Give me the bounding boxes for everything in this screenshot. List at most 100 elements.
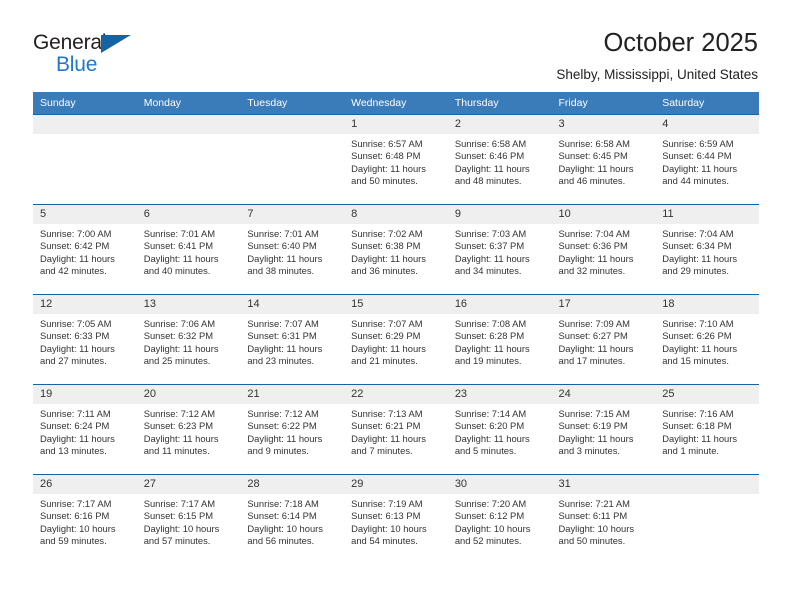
day-cell[interactable]: 13 Sunrise: 7:06 AM Sunset: 6:32 PM Dayl… — [136, 294, 241, 385]
week-row: 5 Sunrise: 7:00 AM Sunset: 6:42 PM Dayli… — [33, 204, 759, 295]
day-number: 2 — [447, 115, 552, 134]
day-cell[interactable]: 8 Sunrise: 7:02 AM Sunset: 6:38 PM Dayli… — [344, 204, 448, 295]
day-cell[interactable]: 31 Sunrise: 7:21 AM Sunset: 6:11 PM Dayl… — [551, 474, 656, 565]
daylight-text-line1: Daylight: 11 hours — [351, 342, 426, 354]
daylight-text-line1: Daylight: 11 hours — [247, 252, 323, 264]
daylight-text-line2: and 38 minutes. — [247, 264, 315, 276]
calendar-body: 1 Sunrise: 6:57 AM Sunset: 6:48 PM Dayli… — [33, 114, 759, 565]
day-cell[interactable]: 29 Sunrise: 7:19 AM Sunset: 6:13 PM Dayl… — [344, 474, 448, 565]
day-cell[interactable]: 17 Sunrise: 7:09 AM Sunset: 6:27 PM Dayl… — [551, 294, 656, 385]
day-cell[interactable] — [136, 114, 241, 205]
sunset-text: Sunset: 6:44 PM — [662, 150, 732, 162]
day-cell[interactable]: 6 Sunrise: 7:01 AM Sunset: 6:41 PM Dayli… — [136, 204, 241, 295]
day-cell[interactable] — [655, 474, 759, 565]
daylight-text-line1: Daylight: 11 hours — [40, 342, 115, 354]
day-details: Sunrise: 7:15 AM Sunset: 6:19 PM Dayligh… — [552, 404, 656, 457]
daylight-text-line2: and 32 minutes. — [558, 264, 626, 276]
day-number: 6 — [136, 205, 241, 224]
page-subtitle: Shelby, Mississippi, United States — [556, 67, 758, 82]
sunset-text: Sunset: 6:38 PM — [351, 240, 421, 252]
sunset-text: Sunset: 6:32 PM — [143, 330, 214, 342]
sunset-text: Sunset: 6:26 PM — [662, 330, 732, 342]
day-cell[interactable]: 15 Sunrise: 7:07 AM Sunset: 6:29 PM Dayl… — [344, 294, 448, 385]
weekday-header-monday: Monday — [136, 92, 241, 115]
sunset-text: Sunset: 6:13 PM — [351, 510, 421, 522]
day-cell[interactable]: 30 Sunrise: 7:20 AM Sunset: 6:12 PM Dayl… — [447, 474, 552, 565]
sunrise-text: Sunrise: 6:58 AM — [454, 138, 527, 149]
day-cell[interactable]: 9 Sunrise: 7:03 AM Sunset: 6:37 PM Dayli… — [447, 204, 552, 295]
day-cell[interactable]: 28 Sunrise: 7:18 AM Sunset: 6:14 PM Dayl… — [240, 474, 345, 565]
daylight-text-line2: and 36 minutes. — [351, 264, 418, 276]
daylight-text-line1: Daylight: 10 hours — [247, 522, 323, 534]
day-details: Sunrise: 7:16 AM Sunset: 6:18 PM Dayligh… — [655, 404, 759, 457]
daylight-text-line2: and 48 minutes. — [454, 174, 522, 186]
daylight-text-line2: and 50 minutes. — [558, 534, 626, 546]
day-cell[interactable]: 20 Sunrise: 7:12 AM Sunset: 6:23 PM Dayl… — [136, 384, 241, 475]
day-details: Sunrise: 6:58 AM Sunset: 6:46 PM Dayligh… — [448, 134, 552, 187]
day-number: 22 — [344, 385, 448, 404]
day-cell[interactable] — [33, 114, 137, 205]
day-cell[interactable] — [240, 114, 345, 205]
sunrise-text: Sunrise: 7:07 AM — [247, 318, 319, 329]
day-number: 25 — [655, 385, 759, 404]
day-cell[interactable]: 5 Sunrise: 7:00 AM Sunset: 6:42 PM Dayli… — [33, 204, 137, 295]
daylight-text-line2: and 46 minutes. — [558, 174, 626, 186]
day-cell[interactable]: 24 Sunrise: 7:15 AM Sunset: 6:19 PM Dayl… — [551, 384, 656, 475]
daylight-text-line2: and 25 minutes. — [143, 354, 211, 366]
day-number: 8 — [344, 205, 448, 224]
daylight-text-line1: Daylight: 11 hours — [662, 342, 738, 354]
daylight-text-line1: Daylight: 11 hours — [558, 162, 634, 174]
day-details: Sunrise: 7:07 AM Sunset: 6:29 PM Dayligh… — [344, 314, 448, 367]
day-cell[interactable]: 10 Sunrise: 7:04 AM Sunset: 6:36 PM Dayl… — [551, 204, 656, 295]
day-cell[interactable]: 1 Sunrise: 6:57 AM Sunset: 6:48 PM Dayli… — [344, 114, 448, 205]
day-details: Sunrise: 7:06 AM Sunset: 6:32 PM Dayligh… — [137, 314, 241, 367]
day-cell[interactable]: 12 Sunrise: 7:05 AM Sunset: 6:33 PM Dayl… — [33, 294, 137, 385]
sunset-text: Sunset: 6:48 PM — [351, 150, 421, 162]
sunrise-text: Sunrise: 7:02 AM — [351, 228, 423, 239]
day-cell[interactable]: 3 Sunrise: 6:58 AM Sunset: 6:45 PM Dayli… — [551, 114, 656, 205]
day-cell[interactable]: 18 Sunrise: 7:10 AM Sunset: 6:26 PM Dayl… — [655, 294, 759, 385]
day-details: Sunrise: 7:03 AM Sunset: 6:37 PM Dayligh… — [448, 224, 552, 277]
day-details — [137, 134, 241, 138]
day-details: Sunrise: 7:14 AM Sunset: 6:20 PM Dayligh… — [448, 404, 552, 457]
daylight-text-line1: Daylight: 11 hours — [454, 342, 530, 354]
sunset-text: Sunset: 6:15 PM — [143, 510, 214, 522]
day-cell[interactable]: 7 Sunrise: 7:01 AM Sunset: 6:40 PM Dayli… — [240, 204, 345, 295]
day-cell[interactable]: 14 Sunrise: 7:07 AM Sunset: 6:31 PM Dayl… — [240, 294, 345, 385]
daylight-text-line2: and 50 minutes. — [351, 174, 418, 186]
sunset-text: Sunset: 6:23 PM — [143, 420, 214, 432]
day-details: Sunrise: 7:07 AM Sunset: 6:31 PM Dayligh… — [240, 314, 344, 367]
day-details: Sunrise: 6:58 AM Sunset: 6:45 PM Dayligh… — [552, 134, 656, 187]
day-details — [240, 134, 344, 138]
day-cell[interactable]: 2 Sunrise: 6:58 AM Sunset: 6:46 PM Dayli… — [447, 114, 552, 205]
day-cell[interactable]: 4 Sunrise: 6:59 AM Sunset: 6:44 PM Dayli… — [655, 114, 759, 205]
day-details: Sunrise: 7:00 AM Sunset: 6:42 PM Dayligh… — [33, 224, 137, 277]
title-block: October 2025 Shelby, Mississippi, United… — [556, 27, 758, 84]
daylight-text-line2: and 5 minutes. — [454, 444, 517, 456]
day-details: Sunrise: 7:12 AM Sunset: 6:22 PM Dayligh… — [240, 404, 344, 457]
daylight-text-line2: and 54 minutes. — [351, 534, 418, 546]
sunrise-text: Sunrise: 7:15 AM — [558, 408, 630, 419]
day-cell[interactable]: 11 Sunrise: 7:04 AM Sunset: 6:34 PM Dayl… — [655, 204, 759, 295]
day-number: 13 — [136, 295, 241, 314]
day-cell[interactable]: 19 Sunrise: 7:11 AM Sunset: 6:24 PM Dayl… — [33, 384, 137, 475]
day-cell[interactable]: 27 Sunrise: 7:17 AM Sunset: 6:15 PM Dayl… — [136, 474, 241, 565]
day-details: Sunrise: 7:01 AM Sunset: 6:40 PM Dayligh… — [240, 224, 344, 277]
day-cell[interactable]: 21 Sunrise: 7:12 AM Sunset: 6:22 PM Dayl… — [240, 384, 345, 475]
daylight-text-line1: Daylight: 11 hours — [143, 342, 219, 354]
day-number: 16 — [447, 295, 552, 314]
daylight-text-line1: Daylight: 11 hours — [40, 252, 115, 264]
day-cell[interactable]: 16 Sunrise: 7:08 AM Sunset: 6:28 PM Dayl… — [447, 294, 552, 385]
day-cell[interactable]: 25 Sunrise: 7:16 AM Sunset: 6:18 PM Dayl… — [655, 384, 759, 475]
day-number: 12 — [33, 295, 137, 314]
day-cell[interactable]: 26 Sunrise: 7:17 AM Sunset: 6:16 PM Dayl… — [33, 474, 137, 565]
day-details: Sunrise: 7:10 AM Sunset: 6:26 PM Dayligh… — [655, 314, 759, 367]
daylight-text-line1: Daylight: 11 hours — [143, 432, 219, 444]
brand-logo[interactable]: General Blue — [33, 27, 141, 75]
day-cell[interactable]: 23 Sunrise: 7:14 AM Sunset: 6:20 PM Dayl… — [447, 384, 552, 475]
sunrise-text: Sunrise: 7:11 AM — [40, 408, 111, 419]
sunset-text: Sunset: 6:24 PM — [40, 420, 110, 432]
daylight-text-line2: and 23 minutes. — [247, 354, 315, 366]
day-cell[interactable]: 22 Sunrise: 7:13 AM Sunset: 6:21 PM Dayl… — [344, 384, 448, 475]
day-details: Sunrise: 7:18 AM Sunset: 6:14 PM Dayligh… — [240, 494, 344, 547]
